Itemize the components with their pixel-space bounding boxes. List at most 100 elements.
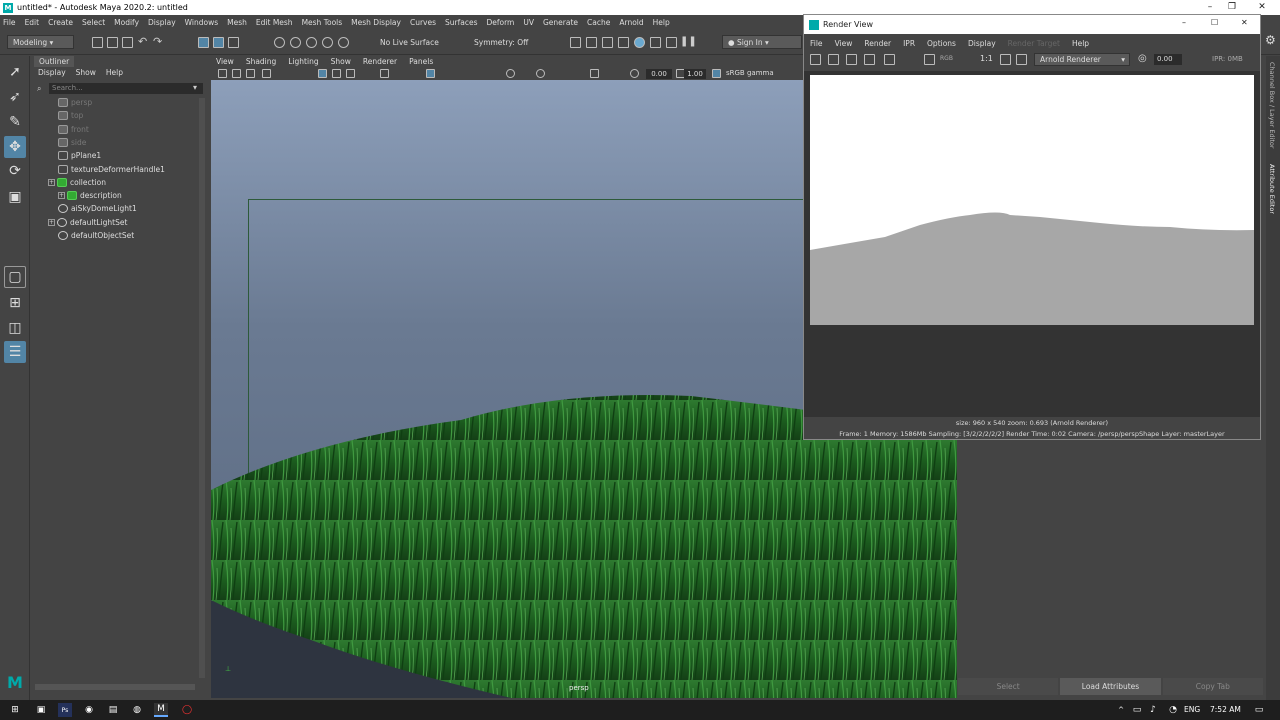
settings-gear-icon[interactable]: ⚙ — [1265, 33, 1276, 47]
snap-curve-icon[interactable] — [290, 37, 301, 48]
minimize-icon[interactable]: – — [1200, 0, 1220, 14]
exposure-icon[interactable]: ◎ — [1138, 53, 1147, 64]
menu-uv[interactable]: UV — [523, 18, 534, 27]
render-menu-view[interactable]: View — [835, 39, 853, 48]
outliner-item-defaultlightset[interactable]: + defaultLightSet — [48, 216, 127, 229]
outliner-item-persp[interactable]: persp — [58, 96, 92, 109]
snap-live-surface-icon[interactable] — [338, 37, 349, 48]
hypershade-icon[interactable] — [618, 37, 629, 48]
menu-file[interactable]: File — [3, 18, 16, 27]
render-menu-help[interactable]: Help — [1072, 39, 1089, 48]
keep-image-icon[interactable] — [1000, 54, 1011, 65]
outliner-item-front[interactable]: front — [58, 123, 89, 136]
new-scene-icon[interactable] — [92, 37, 103, 48]
textured-icon[interactable] — [346, 69, 355, 78]
wireframe-icon[interactable] — [318, 69, 327, 78]
attribute-editor-tab[interactable]: Attribute Editor — [1268, 164, 1276, 214]
flat-shade-icon[interactable] — [666, 37, 677, 48]
menu-cache[interactable]: Cache — [587, 18, 610, 27]
menu-generate[interactable]: Generate — [543, 18, 578, 27]
files-icon[interactable]: ▤ — [106, 703, 120, 717]
load-attributes-button[interactable]: Load Attributes — [1060, 678, 1161, 695]
image-plane-icon[interactable] — [262, 69, 271, 78]
render-region-icon[interactable] — [828, 54, 839, 65]
render-sequence-icon[interactable] — [864, 54, 875, 65]
viewport-menu-show[interactable]: Show — [331, 57, 351, 66]
render-menu-file[interactable]: File — [810, 39, 823, 48]
renderer-dropdown[interactable]: Arnold Renderer ▾ — [1034, 53, 1130, 66]
viewport-menu-panels[interactable]: Panels — [409, 57, 433, 66]
wifi-icon[interactable]: ◔ — [1166, 703, 1180, 717]
outliner-item-description[interactable]: + description — [58, 189, 122, 202]
camera-attributes-icon[interactable] — [232, 69, 241, 78]
live-surface-label[interactable]: No Live Surface — [380, 38, 439, 47]
search-app-icon[interactable]: ◉ — [82, 703, 96, 717]
clock[interactable]: 7:52 AM — [1210, 705, 1241, 714]
expand-toggle-icon[interactable]: + — [48, 218, 55, 226]
speaker-icon[interactable]: ♪ — [1146, 703, 1160, 717]
sign-in-dropdown[interactable]: ● Sign In ▾ — [722, 35, 802, 49]
render-menu-display[interactable]: Display — [968, 39, 996, 48]
outliner-item-pplane1[interactable]: pPlane1 — [58, 149, 101, 162]
menu-help[interactable]: Help — [653, 18, 670, 27]
isolate-select-icon[interactable] — [380, 69, 389, 78]
select-camera-icon[interactable] — [218, 69, 227, 78]
restore-icon[interactable]: ❐ — [1222, 0, 1242, 14]
menu-arnold[interactable]: Arnold — [619, 18, 643, 27]
save-scene-icon[interactable] — [122, 37, 133, 48]
snap-point-icon[interactable] — [306, 37, 317, 48]
channel-box-tab[interactable]: Channel Box / Layer Editor — [1268, 62, 1276, 149]
render-exposure-input[interactable]: 0.00 — [1154, 54, 1182, 65]
menu-edit-mesh[interactable]: Edit Mesh — [256, 18, 293, 27]
paint-select-tool-icon[interactable]: ✎ — [4, 111, 26, 133]
bookmarks-icon[interactable] — [246, 69, 255, 78]
redo-icon[interactable]: ↷ — [153, 35, 162, 48]
gamma-input[interactable]: 1.00 — [684, 69, 706, 79]
expand-toggle-icon[interactable]: + — [48, 178, 55, 186]
move-tool-icon[interactable]: ✥ — [4, 136, 26, 158]
outliner-item-aiskydomelight1[interactable]: aiSkyDomeLight1 — [58, 202, 137, 215]
outliner-item-texturedeformerhandle1[interactable]: textureDeformerHandle1 — [58, 163, 165, 176]
undo-icon[interactable]: ↶ — [138, 35, 147, 48]
menu-create[interactable]: Create — [48, 18, 73, 27]
maya-home-icon[interactable]: M — [4, 671, 26, 693]
ambient-occlusion-icon[interactable] — [506, 69, 515, 78]
viewport-menu-renderer[interactable]: Renderer — [363, 57, 397, 66]
outliner-item-defaultobjectset[interactable]: defaultObjectSet — [58, 229, 134, 242]
redo-render-icon[interactable] — [810, 54, 821, 65]
outliner-tab[interactable]: Outliner — [34, 56, 74, 67]
snapshot-icon[interactable] — [846, 54, 857, 65]
menu-select[interactable]: Select — [82, 18, 105, 27]
notifications-icon[interactable]: ▭ — [1252, 703, 1266, 717]
display-channels-icon[interactable] — [924, 54, 935, 65]
outliner-menu-help[interactable]: Help — [106, 68, 123, 77]
menu-curves[interactable]: Curves — [410, 18, 436, 27]
select-by-object-icon[interactable] — [213, 37, 224, 48]
arnold-render-icon[interactable] — [634, 37, 645, 48]
xray-icon[interactable] — [426, 69, 435, 78]
motion-blur-icon[interactable] — [536, 69, 545, 78]
smooth-shade-icon[interactable] — [332, 69, 341, 78]
menu-deform[interactable]: Deform — [486, 18, 514, 27]
viewport-menu-lighting[interactable]: Lighting — [288, 57, 318, 66]
remove-image-icon[interactable] — [1016, 54, 1027, 65]
photoshop-icon[interactable]: Ps — [58, 703, 72, 717]
menu-mesh-display[interactable]: Mesh Display — [351, 18, 401, 27]
show-hidden-icons-icon[interactable]: ^ — [1114, 703, 1128, 717]
outliner-search-input[interactable]: Search... — [49, 83, 203, 94]
menu-surfaces[interactable]: Surfaces — [445, 18, 477, 27]
select-by-hierarchy-icon[interactable] — [198, 37, 209, 48]
workspace-dropdown[interactable]: Modeling ▾ — [7, 35, 74, 49]
menu-edit[interactable]: Edit — [25, 18, 40, 27]
explorer-icon[interactable]: ▣ — [34, 703, 48, 717]
maximize-icon[interactable]: ☐ — [1211, 18, 1218, 27]
render-menu-options[interactable]: Options — [927, 39, 956, 48]
menu-mesh[interactable]: Mesh — [227, 18, 247, 27]
windows-start-icon[interactable]: ⊞ — [8, 703, 22, 717]
outliner-scrollbar[interactable] — [199, 98, 205, 678]
pause-icon[interactable]: ❚❚ — [680, 36, 697, 47]
render-menu-ipr[interactable]: IPR — [903, 39, 915, 48]
outliner-item-collection[interactable]: + collection — [48, 176, 106, 189]
render-view-icon[interactable] — [650, 37, 661, 48]
four-view-layout-icon[interactable]: ⊞ — [4, 292, 26, 314]
